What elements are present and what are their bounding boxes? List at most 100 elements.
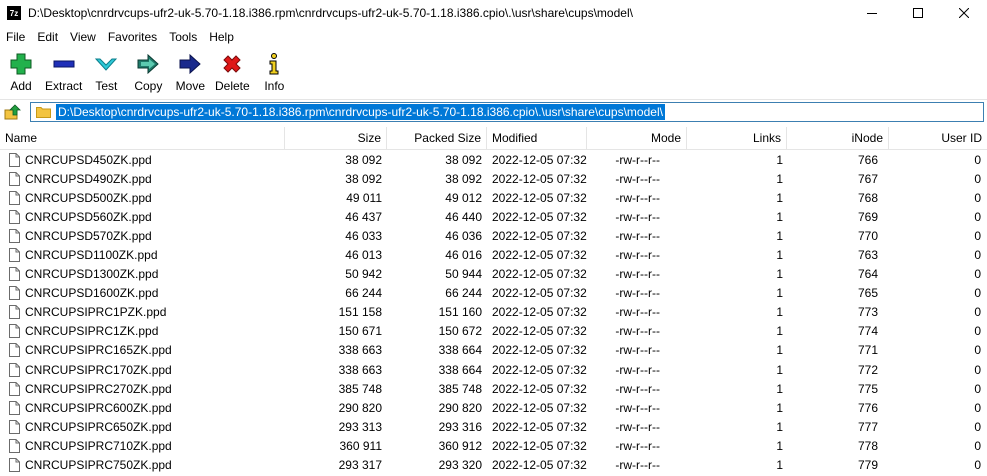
file-mode: -rw-r--r-- xyxy=(615,438,660,453)
copy-button[interactable]: Copy xyxy=(127,50,169,96)
file-name-cell[interactable]: CNRCUPSIPRC170ZK.ppd xyxy=(0,362,285,377)
address-bar: D:\Desktop\cnrdrvcups-ufr2-uk-5.70-1.18.… xyxy=(0,99,987,126)
close-button[interactable] xyxy=(941,0,987,26)
menu-tools[interactable]: Tools xyxy=(163,30,203,44)
app-icon: 7z xyxy=(7,6,21,20)
table-body: CNRCUPSD450ZK.ppd 38 092 38 092 2022-12-05 … xyxy=(0,150,987,475)
file-name: CNRCUPSIPRC1ZK.ppd xyxy=(25,324,159,339)
file-packed-size: 338 664 xyxy=(438,343,482,358)
table-row[interactable]: CNRCUPSIPRC1PZK.ppd 151 158 151 160 2022-12… xyxy=(0,303,987,322)
table-row[interactable]: CNRCUPSD450ZK.ppd 38 092 38 092 2022-12-05 … xyxy=(0,150,987,169)
file-name-cell[interactable]: CNRCUPSD500ZK.ppd xyxy=(0,190,285,205)
test-button[interactable]: Test xyxy=(85,50,127,96)
menu-favorites[interactable]: Favorites xyxy=(102,30,163,44)
file-name-cell[interactable]: CNRCUPSIPRC165ZK.ppd xyxy=(0,343,285,358)
file-links: 1 xyxy=(776,228,783,243)
address-input[interactable]: D:\Desktop\cnrdrvcups-ufr2-uk-5.70-1.18.… xyxy=(30,102,984,122)
file-name-cell[interactable]: CNRCUPSD1100ZK.ppd xyxy=(0,248,285,263)
table-row[interactable]: CNRCUPSD490ZK.ppd 38 092 38 092 2022-12-05 … xyxy=(0,169,987,188)
file-icon xyxy=(9,190,20,205)
move-button[interactable]: Move xyxy=(169,50,211,96)
file-name-cell[interactable]: CNRCUPSD1300ZK.ppd xyxy=(0,267,285,282)
extract-button[interactable]: Extract xyxy=(42,50,85,96)
table-row[interactable]: CNRCUPSIPRC650ZK.ppd 293 313 293 316 2022-1… xyxy=(0,417,987,436)
menu-file[interactable]: File xyxy=(0,30,31,44)
column-header-packed-size[interactable]: Packed Size xyxy=(387,127,487,149)
move-label: Move xyxy=(175,79,206,93)
file-modified: 2022-12-05 07:32 xyxy=(492,362,587,377)
file-links: 1 xyxy=(776,209,783,224)
table-row[interactable]: CNRCUPSIPRC600ZK.ppd 290 820 290 820 2022-1… xyxy=(0,398,987,417)
table-row[interactable]: CNRCUPSIPRC750ZK.ppd 293 317 293 320 2022-1… xyxy=(0,456,987,475)
column-header-size[interactable]: Size xyxy=(285,127,387,149)
file-mode: -rw-r--r-- xyxy=(615,286,660,301)
table-row[interactable]: CNRCUPSD1100ZK.ppd 46 013 46 016 2022-12-05… xyxy=(0,245,987,264)
file-inode: 777 xyxy=(857,419,878,434)
folder-up-icon[interactable] xyxy=(4,104,22,122)
file-name-cell[interactable]: CNRCUPSD570ZK.ppd xyxy=(0,228,285,243)
plus-icon xyxy=(10,53,32,75)
file-size: 150 671 xyxy=(338,324,382,339)
file-packed-size: 338 664 xyxy=(438,362,482,377)
file-icon xyxy=(9,343,20,358)
file-packed-size: 150 672 xyxy=(438,324,482,339)
table-row[interactable]: CNRCUPSD570ZK.ppd 46 033 46 036 2022-12-05 … xyxy=(0,226,987,245)
file-mode: -rw-r--r-- xyxy=(615,152,660,167)
table-row[interactable]: CNRCUPSD1300ZK.ppd 50 942 50 944 2022-12-05… xyxy=(0,265,987,284)
table-row[interactable]: CNRCUPSIPRC270ZK.ppd 385 748 385 748 2022-1… xyxy=(0,379,987,398)
add-button[interactable]: Add xyxy=(0,50,42,96)
file-mode: -rw-r--r-- xyxy=(615,381,660,396)
file-modified: 2022-12-05 07:32 xyxy=(492,458,587,473)
delete-label: Delete xyxy=(215,79,250,93)
table-row[interactable]: CNRCUPSD560ZK.ppd 46 437 46 440 2022-12-05 … xyxy=(0,207,987,226)
column-header-user-id[interactable]: User ID xyxy=(889,127,987,149)
table-row[interactable]: CNRCUPSIPRC165ZK.ppd 338 663 338 664 2022-1… xyxy=(0,341,987,360)
file-name-cell[interactable]: CNRCUPSIPRC1ZK.ppd xyxy=(0,324,285,339)
file-name-cell[interactable]: CNRCUPSD450ZK.ppd xyxy=(0,152,285,167)
maximize-button[interactable] xyxy=(895,0,941,26)
file-name-cell[interactable]: CNRCUPSD560ZK.ppd xyxy=(0,209,285,224)
file-name-cell[interactable]: CNRCUPSIPRC270ZK.ppd xyxy=(0,381,285,396)
file-inode: 766 xyxy=(857,152,878,167)
column-header-inode[interactable]: iNode xyxy=(787,127,889,149)
file-name: CNRCUPSIPRC1PZK.ppd xyxy=(25,305,167,320)
file-modified: 2022-12-05 07:32 xyxy=(492,152,587,167)
file-name: CNRCUPSD1100ZK.ppd xyxy=(25,248,158,263)
file-name-cell[interactable]: CNRCUPSIPRC1PZK.ppd xyxy=(0,305,285,320)
table-row[interactable]: CNRCUPSIPRC1ZK.ppd 150 671 150 672 2022-12-… xyxy=(0,322,987,341)
file-mode: -rw-r--r-- xyxy=(615,343,660,358)
menu-edit[interactable]: Edit xyxy=(31,30,64,44)
minimize-button[interactable] xyxy=(849,0,895,26)
table-row[interactable]: CNRCUPSD500ZK.ppd 49 011 49 012 2022-12-05 … xyxy=(0,188,987,207)
menu-view[interactable]: View xyxy=(64,30,102,44)
file-modified: 2022-12-05 07:32 xyxy=(492,248,587,263)
file-name: CNRCUPSIPRC650ZK.ppd xyxy=(25,419,172,434)
file-name-cell[interactable]: CNRCUPSIPRC650ZK.ppd xyxy=(0,419,285,434)
menu-help[interactable]: Help xyxy=(203,30,240,44)
file-inode: 764 xyxy=(857,267,878,282)
table-row[interactable]: CNRCUPSIPRC170ZK.ppd 338 663 338 664 2022-1… xyxy=(0,360,987,379)
file-icon xyxy=(9,362,20,377)
file-name-cell[interactable]: CNRCUPSIPRC600ZK.ppd xyxy=(0,400,285,415)
info-button[interactable]: Info xyxy=(253,50,295,96)
file-name: CNRCUPSD490ZK.ppd xyxy=(25,171,152,186)
column-header-links[interactable]: Links xyxy=(687,127,787,149)
file-links: 1 xyxy=(776,419,783,434)
table-row[interactable]: CNRCUPSIPRC710ZK.ppd 360 911 360 912 2022-1… xyxy=(0,436,987,455)
column-header-modified[interactable]: Modified xyxy=(487,127,587,149)
delete-button[interactable]: Delete xyxy=(211,50,253,96)
column-header-name[interactable]: Name xyxy=(0,127,285,149)
file-name-cell[interactable]: CNRCUPSD490ZK.ppd xyxy=(0,171,285,186)
file-links: 1 xyxy=(776,362,783,377)
column-header-mode[interactable]: Mode xyxy=(587,127,687,149)
file-mode: -rw-r--r-- xyxy=(615,190,660,205)
file-packed-size: 46 016 xyxy=(445,248,482,263)
file-icon xyxy=(9,324,20,339)
file-name-cell[interactable]: CNRCUPSD1600ZK.ppd xyxy=(0,286,285,301)
file-size: 46 033 xyxy=(345,228,382,243)
file-name-cell[interactable]: CNRCUPSIPRC710ZK.ppd xyxy=(0,438,285,453)
file-name-cell[interactable]: CNRCUPSIPRC750ZK.ppd xyxy=(0,458,285,473)
table-row[interactable]: CNRCUPSD1600ZK.ppd 66 244 66 244 2022-12-05… xyxy=(0,284,987,303)
file-inode: 776 xyxy=(857,400,878,415)
file-inode: 770 xyxy=(857,228,878,243)
